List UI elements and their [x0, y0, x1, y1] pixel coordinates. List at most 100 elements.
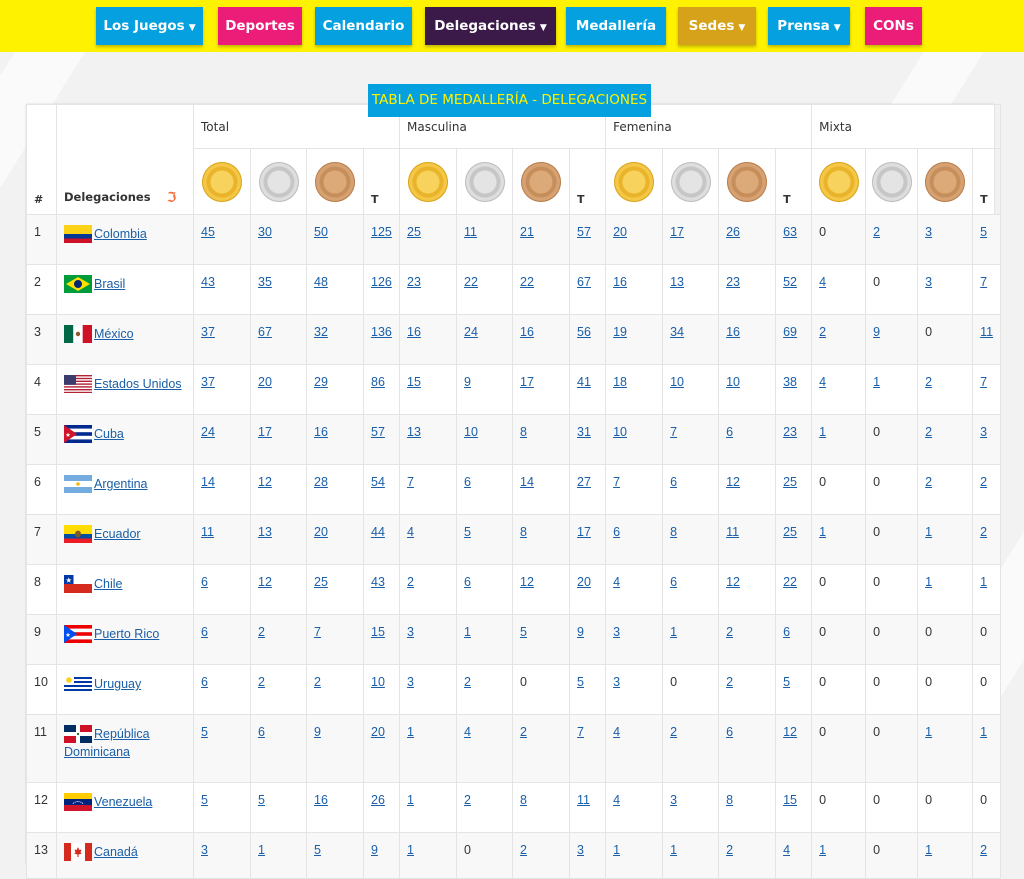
medal-count-link[interactable]: 6 [670, 475, 677, 489]
medal-count-link[interactable]: 16 [314, 793, 328, 807]
medal-count-link[interactable]: 5 [520, 625, 527, 639]
medal-count-link[interactable]: 2 [925, 475, 932, 489]
medal-count-link[interactable]: 57 [371, 425, 385, 439]
medal-count-link[interactable]: 38 [783, 375, 797, 389]
medal-count-link[interactable]: 5 [980, 225, 987, 239]
medal-count-link[interactable]: 20 [314, 525, 328, 539]
medal-count-link[interactable]: 136 [371, 325, 392, 339]
delegation-link[interactable]: Cuba [94, 427, 124, 441]
medal-count-link[interactable]: 22 [464, 275, 478, 289]
medal-count-link[interactable]: 35 [258, 275, 272, 289]
medal-count-link[interactable]: 3 [670, 793, 677, 807]
medal-count-link[interactable]: 43 [371, 575, 385, 589]
medal-count-link[interactable]: 10 [371, 675, 385, 689]
medal-count-link[interactable]: 6 [464, 575, 471, 589]
nav-delegaciones[interactable]: Delegaciones ▼ [425, 7, 556, 45]
delegation-link[interactable]: Brasil [94, 277, 125, 291]
medal-count-link[interactable]: 1 [925, 575, 932, 589]
medal-count-link[interactable]: 7 [980, 275, 987, 289]
medal-count-link[interactable]: 63 [783, 225, 797, 239]
medal-count-link[interactable]: 10 [726, 375, 740, 389]
medal-count-link[interactable]: 6 [201, 575, 208, 589]
medal-count-link[interactable]: 4 [819, 275, 826, 289]
medal-count-link[interactable]: 3 [407, 625, 414, 639]
nav-calendario[interactable]: Calendario [315, 7, 412, 45]
medal-count-link[interactable]: 2 [464, 793, 471, 807]
medal-count-link[interactable]: 25 [783, 475, 797, 489]
medal-count-link[interactable]: 2 [464, 675, 471, 689]
medal-count-link[interactable]: 16 [520, 325, 534, 339]
medal-count-link[interactable]: 15 [783, 793, 797, 807]
medal-count-link[interactable]: 5 [201, 725, 208, 739]
medal-count-link[interactable]: 5 [577, 675, 584, 689]
medal-count-link[interactable]: 8 [520, 425, 527, 439]
medal-count-link[interactable]: 5 [464, 525, 471, 539]
medal-count-link[interactable]: 6 [613, 525, 620, 539]
medal-count-link[interactable]: 1 [925, 725, 932, 739]
medal-count-link[interactable]: 6 [201, 625, 208, 639]
medal-count-link[interactable]: 6 [726, 725, 733, 739]
medal-count-link[interactable]: 13 [258, 525, 272, 539]
medal-count-link[interactable]: 12 [726, 575, 740, 589]
medal-count-link[interactable]: 4 [613, 793, 620, 807]
medal-count-link[interactable]: 26 [726, 225, 740, 239]
medal-count-link[interactable]: 2 [258, 675, 265, 689]
medal-count-link[interactable]: 67 [258, 325, 272, 339]
medal-count-link[interactable]: 1 [407, 725, 414, 739]
delegation-link[interactable]: Puerto Rico [94, 627, 159, 641]
medal-count-link[interactable]: 7 [670, 425, 677, 439]
medal-count-link[interactable]: 45 [201, 225, 215, 239]
medal-count-link[interactable]: 31 [577, 425, 591, 439]
medal-count-link[interactable]: 12 [520, 575, 534, 589]
medal-count-link[interactable]: 4 [464, 725, 471, 739]
medal-count-link[interactable]: 2 [873, 225, 880, 239]
medal-count-link[interactable]: 6 [258, 725, 265, 739]
medal-count-link[interactable]: 16 [613, 275, 627, 289]
medal-count-link[interactable]: 9 [873, 325, 880, 339]
medal-count-link[interactable]: 26 [371, 793, 385, 807]
medal-count-link[interactable]: 24 [464, 325, 478, 339]
medal-count-link[interactable]: 86 [371, 375, 385, 389]
medal-count-link[interactable]: 20 [371, 725, 385, 739]
medal-count-link[interactable]: 14 [201, 475, 215, 489]
medal-count-link[interactable]: 16 [407, 325, 421, 339]
medal-count-link[interactable]: 1 [925, 525, 932, 539]
medal-count-link[interactable]: 12 [726, 475, 740, 489]
medal-count-link[interactable]: 48 [314, 275, 328, 289]
medal-count-link[interactable]: 13 [407, 425, 421, 439]
nav-sedes[interactable]: Sedes ▼ [678, 7, 756, 45]
medal-count-link[interactable]: 8 [670, 525, 677, 539]
medal-count-link[interactable]: 12 [258, 475, 272, 489]
medal-count-link[interactable]: 29 [314, 375, 328, 389]
medal-count-link[interactable]: 3 [613, 625, 620, 639]
medal-count-link[interactable]: 3 [925, 275, 932, 289]
delegation-link[interactable]: Argentina [94, 477, 148, 491]
medal-count-link[interactable]: 12 [783, 725, 797, 739]
delegation-link[interactable]: México [94, 327, 134, 341]
delegation-header[interactable]: Delegaciones ℑ [56, 104, 194, 215]
medal-count-link[interactable]: 2 [726, 675, 733, 689]
medal-count-link[interactable]: 11 [464, 225, 477, 239]
nav-cons[interactable]: CONs [865, 7, 922, 45]
medal-count-link[interactable]: 11 [201, 525, 214, 539]
medal-count-link[interactable]: 15 [407, 375, 421, 389]
medal-count-link[interactable]: 2 [670, 725, 677, 739]
medal-count-link[interactable]: 1 [873, 375, 880, 389]
medal-count-link[interactable]: 4 [613, 575, 620, 589]
medal-count-link[interactable]: 1 [464, 625, 471, 639]
delegation-link[interactable]: Chile [94, 577, 123, 591]
medal-count-link[interactable]: 19 [613, 325, 627, 339]
medal-count-link[interactable]: 5 [783, 675, 790, 689]
medal-count-link[interactable]: 30 [258, 225, 272, 239]
medal-count-link[interactable]: 44 [371, 525, 385, 539]
medal-count-link[interactable]: 11 [980, 325, 993, 339]
medal-count-link[interactable]: 11 [577, 793, 590, 807]
medal-count-link[interactable]: 7 [613, 475, 620, 489]
medal-count-link[interactable]: 10 [670, 375, 684, 389]
delegation-link[interactable]: Estados Unidos [94, 377, 182, 391]
medal-count-link[interactable]: 4 [407, 525, 414, 539]
medal-count-link[interactable]: 23 [407, 275, 421, 289]
medal-count-link[interactable]: 69 [783, 325, 797, 339]
medal-count-link[interactable]: 8 [520, 525, 527, 539]
medal-count-link[interactable]: 1 [980, 725, 987, 739]
